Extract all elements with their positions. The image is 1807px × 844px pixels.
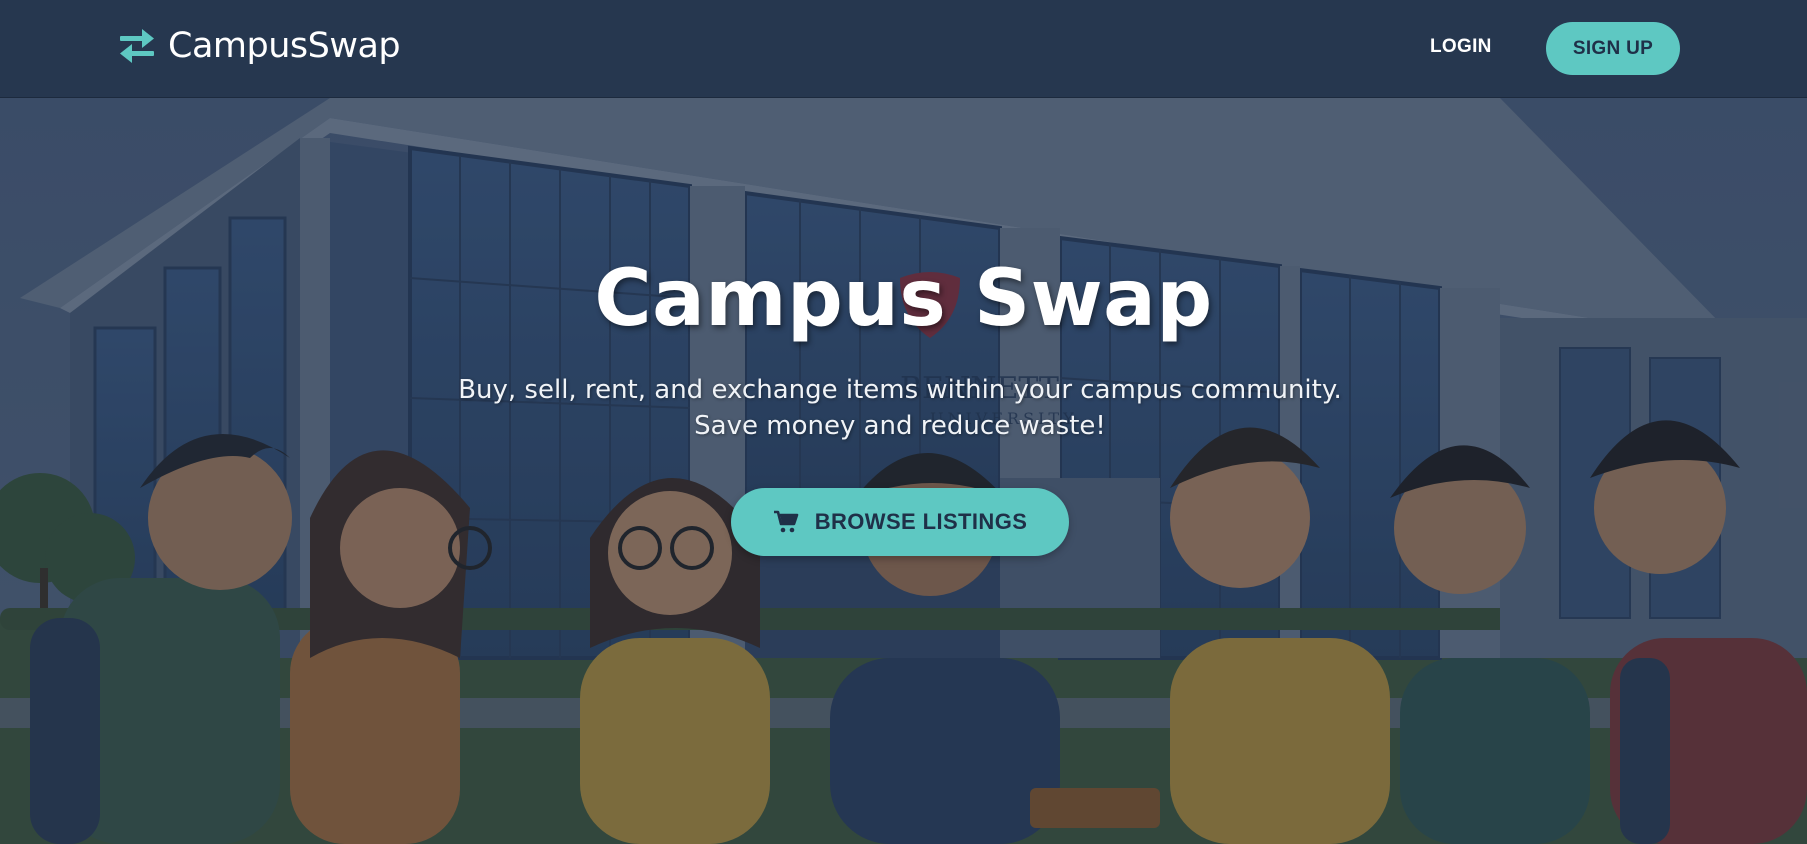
hero-title: Campus Swap: [594, 254, 1213, 344]
brand-name: CampusSwap: [168, 26, 401, 66]
hero-section: BENNETT UNIVERSITY Campus Swap Buy, sell…: [0, 98, 1807, 844]
hero-overlay: [0, 98, 1807, 844]
browse-listings-button[interactable]: BROWSE LISTINGS: [731, 488, 1069, 556]
browse-listings-label: BROWSE LISTINGS: [814, 509, 1028, 534]
brand-logo-link[interactable]: CampusSwap: [118, 26, 401, 66]
swap-arrows-icon: [120, 29, 154, 63]
top-navbar: CampusSwap LOGIN SIGN UP: [0, 0, 1807, 98]
hero-subtitle: Buy, sell, rent, and exchange items with…: [458, 375, 1342, 441]
cart-icon: [773, 510, 799, 533]
signup-button[interactable]: SIGN UP: [1546, 22, 1680, 75]
login-link[interactable]: LOGIN: [1430, 36, 1492, 58]
